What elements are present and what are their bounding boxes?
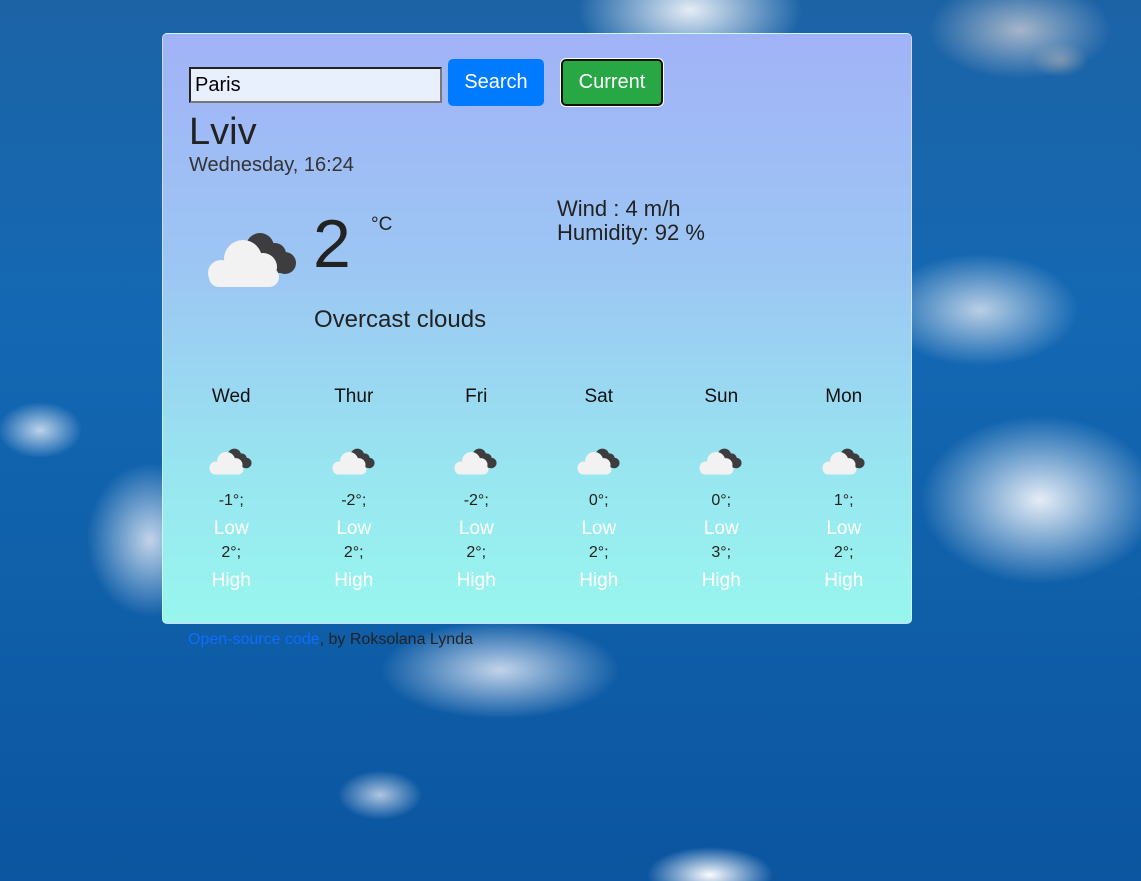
- forecast-high-temp: 2°;: [588, 544, 609, 561]
- forecast-high-temp: 2°;: [221, 544, 242, 561]
- forecast-low-temp: 0°;: [588, 492, 609, 509]
- overcast-clouds-icon: [331, 446, 377, 478]
- forecast-day: Fri -2°; Low 2°; High: [415, 386, 538, 596]
- forecast-high-label: High: [824, 570, 864, 591]
- forecast-high-temp: 2°;: [833, 544, 854, 561]
- footer-author: , by Roksolana Lynda: [319, 631, 473, 648]
- city-search-input[interactable]: [189, 67, 442, 103]
- forecast-high-label: High: [701, 570, 741, 591]
- overcast-clouds-icon: [453, 446, 499, 478]
- forecast-day: Wed -1°; Low 2°; High: [170, 386, 293, 596]
- humidity: Humidity: 92 %: [557, 220, 705, 245]
- forecast-low-temp: -1°;: [218, 492, 244, 509]
- forecast-low-label: Low: [703, 518, 739, 539]
- current-location-button[interactable]: Current: [561, 59, 663, 106]
- forecast-day-name: Mon: [825, 386, 863, 407]
- weather-description: Overcast clouds: [314, 306, 487, 333]
- forecast-day-name: Sun: [704, 386, 739, 407]
- forecast-low-temp: 1°;: [833, 492, 854, 509]
- overcast-clouds-icon: [576, 446, 622, 478]
- forecast-day: Mon 1°; Low 2°; High: [783, 386, 906, 596]
- current-datetime: Wednesday, 16:24: [189, 154, 354, 176]
- forecast-day: Thur -2°; Low 2°; High: [293, 386, 416, 596]
- forecast-high-label: High: [579, 570, 619, 591]
- forecast-low-label: Low: [826, 518, 862, 539]
- weather-card: Search Current Lviv Wednesday, 16:24 2 °…: [162, 33, 912, 624]
- weather-details: Wind : 4 m/h Humidity: 92 %: [557, 197, 705, 245]
- forecast-day-name: Wed: [211, 386, 251, 407]
- forecast-low-label: Low: [336, 518, 372, 539]
- forecast-low-temp: -2°;: [463, 492, 489, 509]
- forecast-high-label: High: [334, 570, 374, 591]
- forecast-low-temp: 0°;: [711, 492, 732, 509]
- city-name: Lviv: [189, 111, 257, 153]
- forecast-low-temp: -2°;: [341, 492, 367, 509]
- forecast-day-name: Sat: [584, 386, 614, 407]
- forecast-high-temp: 2°;: [466, 544, 487, 561]
- search-button[interactable]: Search: [448, 59, 544, 106]
- overcast-clouds-icon: [205, 229, 301, 293]
- forecast-day-name: Fri: [465, 386, 488, 407]
- overcast-clouds-icon: [698, 446, 744, 478]
- forecast: Wed -1°; Low 2°; High Thur -2°; Low 2°; …: [170, 386, 905, 596]
- forecast-high-label: High: [211, 570, 251, 591]
- open-source-code-link[interactable]: Open-source code: [188, 631, 320, 648]
- forecast-low-label: Low: [458, 518, 494, 539]
- overcast-clouds-icon: [821, 446, 867, 478]
- forecast-high-temp: 3°;: [711, 544, 732, 561]
- forecast-low-label: Low: [581, 518, 617, 539]
- forecast-high-temp: 2°;: [343, 544, 364, 561]
- forecast-day: Sun 0°; Low 3°; High: [660, 386, 783, 596]
- overcast-clouds-icon: [208, 446, 254, 478]
- forecast-low-label: Low: [213, 518, 249, 539]
- forecast-day-name: Thur: [334, 386, 374, 407]
- forecast-high-label: High: [456, 570, 496, 591]
- temperature-unit[interactable]: °C: [371, 214, 392, 236]
- current-temperature: 2: [313, 206, 351, 282]
- forecast-day: Sat 0°; Low 2°; High: [538, 386, 661, 596]
- wind-speed: Wind : 4 m/h: [557, 196, 681, 221]
- footer: Open-source code, by Roksolana Lynda: [188, 631, 473, 649]
